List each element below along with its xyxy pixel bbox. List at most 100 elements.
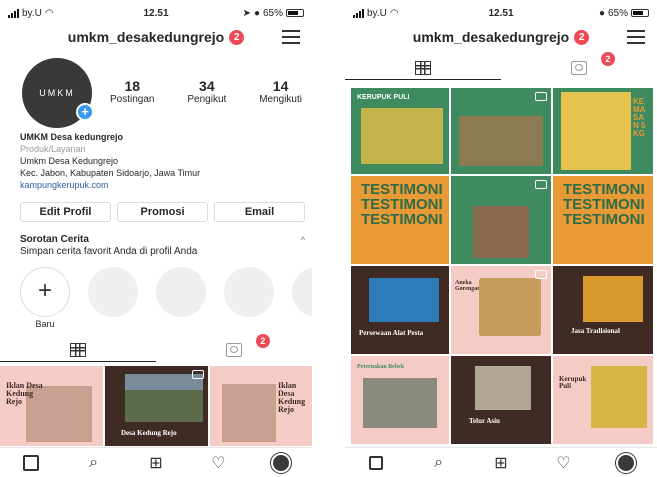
stat-posts[interactable]: 18 Postingan: [110, 78, 154, 105]
post-thumbnail[interactable]: [451, 88, 551, 174]
wifi-icon: ◠: [389, 7, 399, 19]
wifi-icon: ◠: [44, 7, 54, 19]
post-image: [369, 278, 439, 322]
profile-header: umkm_desakedungrejo 2: [345, 24, 657, 50]
carrier-label: by.U: [22, 7, 42, 19]
stat-followers[interactable]: 34 Pengikut: [187, 78, 226, 105]
new-highlight-button[interactable]: +: [20, 267, 70, 317]
followers-count: 34: [199, 78, 215, 94]
post-thumbnail[interactable]: Persewaan Alat Pesta: [351, 266, 449, 354]
grid-icon: [415, 60, 431, 75]
post-thumbnail[interactable]: TESTIMONI TESTIMONI TESTIMONI: [553, 176, 653, 264]
hamburger-menu-icon[interactable]: [627, 30, 645, 44]
profile-bio: UMKM Desa kedungrejo Produk/Layanan Umkm…: [20, 131, 200, 191]
post-image: [361, 108, 443, 164]
profile-avatar-icon[interactable]: [270, 452, 292, 474]
post-thumbnail[interactable]: Peternakan Bebek: [351, 356, 449, 444]
post-title: TESTIMONI TESTIMONI TESTIMONI: [563, 181, 645, 228]
post-title: Persewaan Alat Pesta: [359, 329, 424, 337]
tab-tagged[interactable]: 2: [501, 52, 657, 80]
profile-stats: 18 Postingan 34 Pengikut 14 Mengikuti: [110, 78, 302, 105]
post-thumbnail[interactable]: Kerupuk Puli: [553, 356, 653, 444]
profile-grid-screen: by.U ◠ 12.51 ● 65% umkm_desakedungrejo 2…: [345, 0, 657, 477]
post-thumbnail[interactable]: Iklan Desa Kedung Rejo: [210, 366, 312, 446]
search-icon[interactable]: ⌕: [428, 452, 450, 474]
post-image: [583, 276, 643, 322]
home-icon[interactable]: [365, 452, 387, 474]
hamburger-menu-icon[interactable]: [282, 30, 300, 44]
post-title: Iklan Desa Kedung Rejo: [278, 381, 306, 414]
grid-icon: [70, 342, 86, 357]
highlight-placeholder: [156, 267, 206, 317]
add-story-icon[interactable]: +: [76, 103, 94, 121]
post-thumbnail[interactable]: Jasa Tradisional: [553, 266, 653, 354]
promote-button[interactable]: Promosi: [117, 202, 208, 222]
post-image: [459, 116, 543, 166]
bottom-navigation: ⌕ ⊞ ♡: [345, 447, 657, 477]
add-post-icon[interactable]: ⊞: [145, 452, 167, 474]
posts-label: Postingan: [110, 94, 155, 105]
post-thumbnail[interactable]: Telur Asin: [451, 356, 551, 444]
post-image: [222, 384, 276, 442]
post-image: [363, 378, 437, 428]
following-count: 14: [272, 78, 289, 94]
new-highlight-label: Baru: [35, 319, 55, 329]
post-image-ground: [125, 390, 203, 422]
search-icon[interactable]: ⌕: [83, 452, 105, 474]
post-image: [475, 366, 531, 410]
plus-icon: +: [37, 277, 52, 304]
post-image: [479, 278, 541, 336]
post-thumbnail[interactable]: Iklan Desa Kedung Rejo: [0, 366, 103, 446]
video-icon: [535, 180, 547, 189]
carrier-label: by.U: [367, 7, 387, 19]
website-link[interactable]: kampungkerupuk.com: [20, 179, 200, 191]
highlight-placeholder: [224, 267, 274, 317]
tab-grid[interactable]: [345, 56, 501, 80]
tab-tagged[interactable]: 2: [156, 334, 312, 362]
display-name: UMKM Desa kedungrejo: [20, 132, 124, 142]
collapse-icon[interactable]: ^: [301, 234, 305, 246]
post-title: Jasa Tradisional: [571, 327, 620, 335]
alarm-icon: ●: [598, 7, 605, 19]
post-thumbnail[interactable]: KEMASAN 5KG: [553, 88, 653, 174]
profile-screen: by.U ◠ 12.51 ➤ ● 65% umkm_desakedungrejo…: [0, 0, 312, 477]
signal-icon: [353, 8, 364, 18]
status-bar: by.U ◠ 12.51 ➤ ● 65%: [8, 6, 304, 20]
username[interactable]: umkm_desakedungrejo: [413, 29, 569, 45]
tagged-icon: [226, 343, 242, 357]
notification-badge[interactable]: 2: [229, 29, 245, 45]
stat-following[interactable]: 14 Mengikuti: [259, 78, 302, 105]
heart-icon[interactable]: ♡: [552, 452, 574, 474]
post-image: [591, 366, 647, 428]
post-thumbnail[interactable]: KERUPUK PULI: [351, 88, 449, 174]
status-bar: by.U ◠ 12.51 ● 65%: [353, 6, 649, 20]
tab-grid[interactable]: [0, 338, 156, 362]
post-title: Iklan Desa Kedung Rejo: [6, 381, 43, 406]
home-icon[interactable]: [20, 452, 42, 474]
location-icon: ➤: [242, 7, 251, 19]
post-thumbnail[interactable]: [451, 176, 551, 264]
post-title: Aneka Gorengan: [455, 280, 481, 292]
profile-avatar-icon[interactable]: [615, 452, 637, 474]
profile-header: umkm_desakedungrejo 2: [0, 24, 312, 50]
post-thumbnail[interactable]: TESTIMONI TESTIMONI TESTIMONI: [351, 176, 449, 264]
battery-icon: [286, 9, 304, 17]
email-button[interactable]: Email: [214, 202, 305, 222]
edit-profile-button[interactable]: Edit Profil: [20, 202, 111, 222]
category: Produk/Layanan: [20, 144, 86, 154]
add-post-icon[interactable]: ⊞: [490, 452, 512, 474]
notification-badge[interactable]: 2: [574, 29, 590, 45]
post-thumbnail[interactable]: Desa Kedung Rejo: [105, 366, 208, 446]
username[interactable]: umkm_desakedungrejo: [68, 29, 224, 45]
bio-line-1: Umkm Desa Kedungrejo: [20, 156, 119, 166]
highlight-placeholder: [88, 267, 138, 317]
post-thumbnail[interactable]: Aneka Gorengan: [451, 266, 551, 354]
tagged-badge: 2: [600, 52, 615, 66]
heart-icon[interactable]: ♡: [207, 452, 229, 474]
battery-percent: 65%: [262, 7, 283, 19]
following-label: Mengikuti: [259, 94, 302, 105]
video-icon: [535, 270, 547, 279]
highlights-subtitle: Simpan cerita favorit Anda di profil And…: [20, 246, 198, 257]
post-title: Peternakan Bebek: [357, 364, 405, 370]
post-title: KEMASAN 5KG: [633, 97, 646, 138]
